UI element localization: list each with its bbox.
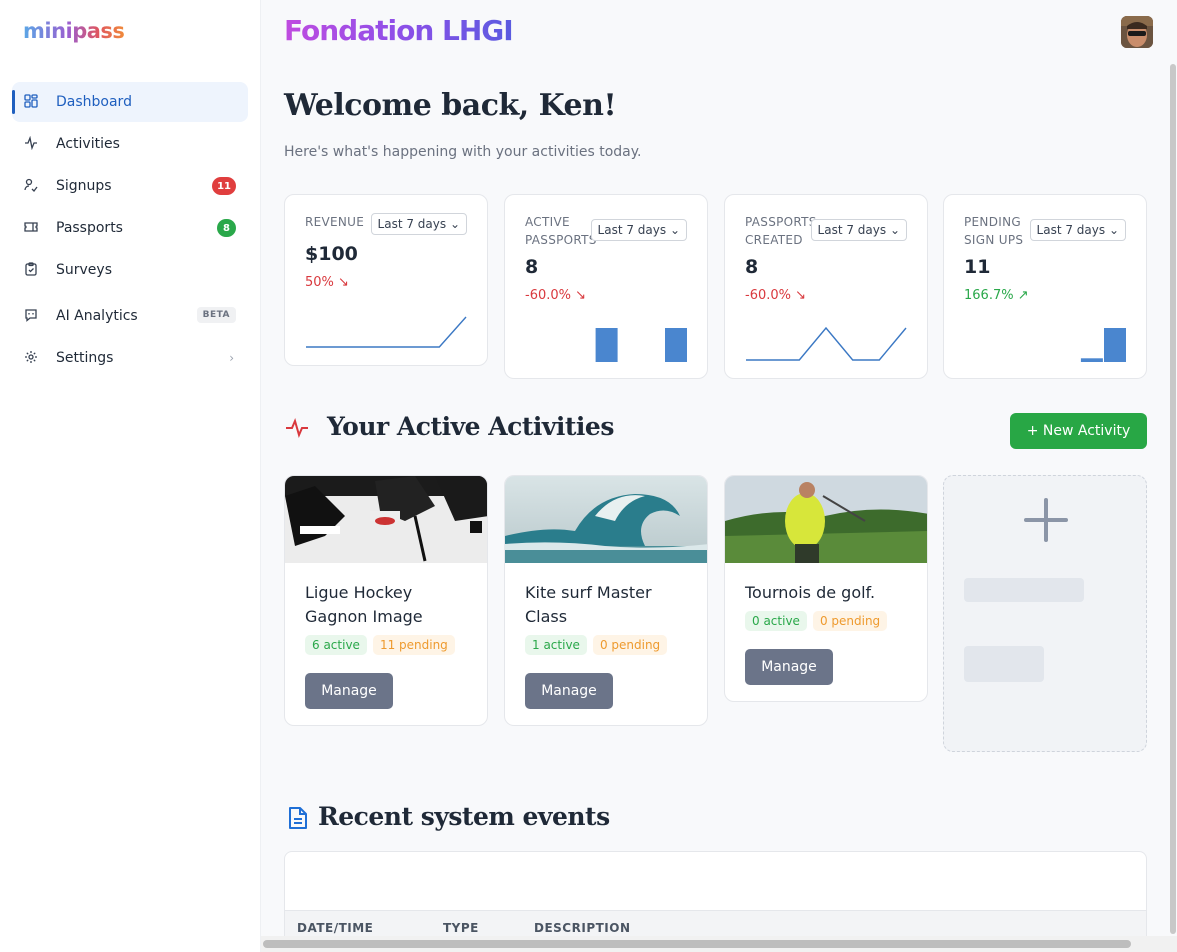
kpi-card-pending-signups: PENDING SIGN UPS Last 7 days ⌄ 11 166.7% … — [943, 194, 1147, 379]
kpi-value: $100 — [305, 243, 358, 265]
sidebar-item-ai-analytics[interactable]: AI Analytics BETA — [12, 296, 248, 336]
manage-button[interactable]: Manage — [525, 673, 613, 709]
sidebar-item-passports[interactable]: Passports 8 — [12, 208, 248, 248]
kpi-label: PENDING SIGN UPS — [964, 215, 1024, 247]
sidebar-item-label: Activities — [56, 136, 120, 152]
active-count-badge: 6 active — [305, 635, 367, 655]
period-select[interactable]: Last 7 days ⌄ — [1029, 219, 1126, 241]
sparkline-path — [746, 326, 907, 361]
recent-events-heading: Recent system events — [318, 802, 610, 831]
wave-image — [505, 476, 707, 563]
user-avatar[interactable] — [1121, 16, 1153, 48]
trend-down-icon: ↘ — [575, 288, 587, 303]
sidebar-item-activities[interactable]: Activities — [12, 124, 248, 164]
column-header-type[interactable]: TYPE — [443, 921, 479, 935]
sidebar-item-settings[interactable]: Settings › — [12, 338, 248, 378]
signups-count-badge: 11 — [212, 177, 236, 195]
heartbeat-icon — [286, 418, 308, 438]
welcome-heading: Welcome back, Ken! — [284, 88, 617, 123]
active-count-badge: 0 active — [745, 611, 807, 631]
trend-down-icon: ↘ — [338, 275, 349, 290]
sidebar-item-label: Surveys — [56, 262, 112, 278]
activity-title[interactable]: Tournois de golf. — [725, 563, 927, 605]
skeleton-bar — [964, 578, 1084, 602]
kpi-change: 50% ↘ — [305, 275, 349, 290]
pending-count-badge: 0 pending — [592, 635, 668, 655]
sidebar-item-label: Dashboard — [56, 94, 132, 110]
sidebar: minipass Dashboard Activities Signups 11… — [0, 0, 261, 952]
kpi-change: -60.0% ↘ — [525, 288, 587, 303]
column-header-description[interactable]: DESCRIPTION — [534, 921, 631, 935]
pending-count-badge: 0 pending — [812, 611, 888, 631]
sidebar-item-signups[interactable]: Signups 11 — [12, 166, 248, 206]
pending-count-badge: 11 pending — [372, 635, 455, 655]
kpi-change: -60.0% ↘ — [745, 288, 807, 303]
new-activity-button[interactable]: + New Activity — [1010, 413, 1147, 449]
kpi-label: REVENUE — [305, 215, 365, 229]
bar — [1080, 358, 1103, 362]
kpi-value: 8 — [525, 256, 539, 278]
activity-card[interactable]: Kite surf Master Class 1 active 0 pendin… — [504, 475, 708, 726]
activity-card[interactable]: Tournois de golf. 0 active 0 pending Man… — [724, 475, 928, 702]
kpi-label: PASSPORTS CREATED — [745, 215, 817, 247]
kpi-value: 11 — [964, 256, 991, 278]
period-select[interactable]: Last 7 days ⌄ — [370, 213, 467, 235]
manage-button[interactable]: Manage — [745, 649, 833, 685]
beta-tag: BETA — [196, 307, 236, 323]
kpi-value: 8 — [745, 256, 759, 278]
user-check-icon — [24, 178, 38, 192]
welcome-subtitle: Here's what's happening with your activi… — [284, 144, 642, 160]
sidebar-item-label: AI Analytics — [56, 308, 138, 324]
sidebar-item-label: Signups — [56, 178, 112, 194]
ticket-icon — [24, 222, 38, 232]
golf-image — [725, 476, 927, 563]
sidebar-item-surveys[interactable]: Surveys — [12, 250, 248, 290]
bar — [1104, 328, 1126, 362]
kpi-change: 166.7% ↗ — [964, 288, 1029, 303]
bar — [595, 328, 618, 362]
manage-button[interactable]: Manage — [305, 673, 393, 709]
trend-up-icon: ↗ — [1017, 288, 1029, 303]
active-passports-barchart — [595, 328, 687, 362]
period-select[interactable]: Last 7 days ⌄ — [590, 219, 687, 241]
document-icon — [289, 807, 307, 829]
active-activities-heading: Your Active Activities — [327, 412, 614, 441]
horizontal-scrollbar[interactable] — [263, 940, 1131, 948]
bar — [665, 328, 687, 362]
kpi-label: ACTIVE PASSPORTS — [525, 215, 597, 247]
trend-down-icon: ↘ — [795, 288, 807, 303]
activity-title[interactable]: Ligue Hockey Gagnon Image — [285, 563, 487, 629]
add-activity-card[interactable] — [943, 475, 1147, 752]
kpi-card-passports-created: PASSPORTS CREATED Last 7 days ⌄ 8 -60.0% … — [724, 194, 928, 379]
column-header-datetime[interactable]: DATE/TIME — [297, 921, 373, 935]
sidebar-item-label: Settings — [56, 350, 114, 366]
sparkline-path — [306, 316, 467, 348]
skeleton-bar — [964, 646, 1044, 682]
avatar-image — [1121, 16, 1153, 48]
kpi-card-revenue: REVENUE Last 7 days ⌄ $100 50% ↘ — [284, 194, 488, 366]
passports-count-badge: 8 — [217, 219, 236, 237]
passports-created-sparkline — [746, 326, 907, 361]
sidebar-nav: Dashboard Activities Signups 11 Passport… — [12, 82, 248, 380]
activity-card[interactable]: Ligue Hockey Gagnon Image 6 active 11 pe… — [284, 475, 488, 726]
chevron-right-icon: › — [229, 351, 234, 365]
kpi-card-active-passports: ACTIVE PASSPORTS Last 7 days ⌄ 8 -60.0% ↘ — [504, 194, 708, 379]
sidebar-item-dashboard[interactable]: Dashboard — [12, 82, 248, 122]
dashboard-icon — [24, 94, 38, 108]
organization-name: Fondation LHGI — [284, 14, 514, 47]
vertical-scrollbar[interactable] — [1170, 64, 1176, 934]
clipboard-icon — [25, 262, 37, 276]
pending-signups-barchart — [1080, 328, 1126, 362]
gear-icon — [25, 351, 37, 363]
hockey-image — [285, 476, 487, 563]
minipass-logo[interactable]: minipass — [23, 19, 125, 43]
sidebar-item-label: Passports — [56, 220, 123, 236]
activity-icon — [25, 136, 37, 150]
revenue-sparkline — [306, 316, 467, 348]
active-count-badge: 1 active — [525, 635, 587, 655]
activity-title[interactable]: Kite surf Master Class — [505, 563, 707, 629]
plus-icon — [1024, 498, 1068, 542]
period-select[interactable]: Last 7 days ⌄ — [810, 219, 907, 241]
chat-icon — [25, 309, 37, 322]
